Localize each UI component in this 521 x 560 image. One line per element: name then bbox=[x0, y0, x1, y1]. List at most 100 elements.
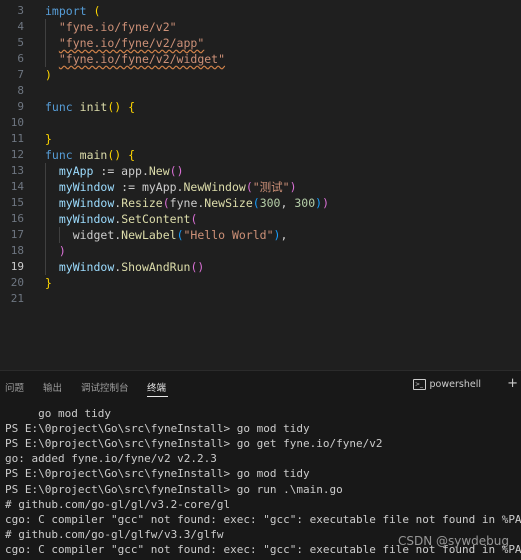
code-text: } bbox=[45, 131, 52, 147]
code-line[interactable]: 21 bbox=[0, 291, 521, 307]
line-number: 14 bbox=[10, 180, 24, 193]
tab-terminal[interactable]: 终端 bbox=[147, 380, 166, 394]
code-text: myWindow.Resize(fyne.NewSize(300, 300)) bbox=[45, 195, 329, 211]
code-text: } bbox=[45, 275, 52, 291]
code-token: () bbox=[190, 260, 205, 274]
code-token: "测试" bbox=[252, 180, 290, 194]
line-number: 4 bbox=[17, 20, 24, 33]
code-token: := myApp. bbox=[114, 180, 184, 194]
code-line[interactable]: 19 myWindow.ShowAndRun() bbox=[0, 259, 521, 275]
code-token: "Hello World" bbox=[183, 228, 274, 242]
terminal-line: PS E:\0project\Go\src\fyneInstall> go ge… bbox=[5, 437, 383, 451]
code-text: func init() { bbox=[45, 99, 135, 115]
code-token: NewSize bbox=[204, 196, 253, 210]
indent-guide bbox=[45, 19, 46, 67]
code-token: 300 bbox=[294, 196, 316, 210]
code-line[interactable]: 11} bbox=[0, 131, 521, 147]
line-number: 7 bbox=[17, 68, 24, 81]
code-token: init bbox=[79, 100, 108, 114]
code-token: , bbox=[280, 196, 295, 210]
code-line[interactable]: 6 "fyne.io/fyne/v2/widget" bbox=[0, 51, 521, 67]
code-line[interactable]: 5 "fyne.io/fyne/v2/app" bbox=[0, 35, 521, 51]
line-number: 18 bbox=[10, 244, 24, 257]
code-token: "fyne.io/fyne/v2/app" bbox=[58, 36, 205, 50]
code-line[interactable]: 12 func main() { bbox=[0, 147, 521, 163]
code-token: } bbox=[45, 132, 52, 146]
code-token: ( bbox=[176, 228, 184, 242]
code-token: () bbox=[107, 100, 122, 114]
line-number: 5 bbox=[17, 36, 24, 49]
code-token: ) bbox=[45, 68, 52, 82]
code-token: 300 bbox=[259, 196, 281, 210]
tab-output[interactable]: 输出 bbox=[43, 380, 62, 394]
terminal-shell-selector[interactable]: >_ powershell bbox=[412, 379, 481, 390]
code-text: myWindow.SetContent( bbox=[45, 211, 198, 227]
code-token: { bbox=[128, 100, 136, 114]
code-token: func bbox=[45, 100, 73, 114]
code-text: ) bbox=[45, 243, 66, 259]
line-number: 13 bbox=[10, 164, 24, 177]
code-token: () bbox=[169, 164, 184, 178]
code-line[interactable]: 18 ) bbox=[0, 243, 521, 259]
code-token: ) bbox=[289, 180, 297, 194]
code-line[interactable]: 14 myWindow := myApp.NewWindow("测试") bbox=[0, 179, 521, 195]
plus-icon[interactable]: + bbox=[507, 376, 518, 391]
code-token: := app. bbox=[93, 164, 149, 178]
code-line[interactable]: 3 import ( bbox=[0, 3, 521, 19]
code-line[interactable]: 4 "fyne.io/fyne/v2" bbox=[0, 19, 521, 35]
code-line[interactable]: 16 myWindow.SetContent( bbox=[0, 211, 521, 227]
code-token: SetContent bbox=[121, 212, 191, 226]
code-token: myWindow bbox=[58, 196, 115, 210]
code-token: New bbox=[148, 164, 170, 178]
line-number: 10 bbox=[10, 116, 24, 129]
code-token: ( bbox=[245, 180, 253, 194]
code-line[interactable]: 10 bbox=[0, 115, 521, 131]
code-line[interactable]: 20} bbox=[0, 275, 521, 291]
code-token: ) bbox=[58, 244, 66, 258]
code-token: "fyne.io/fyne/v2/widget" bbox=[58, 52, 226, 66]
code-text: myApp := app.New() bbox=[45, 163, 184, 179]
code-text: myWindow.ShowAndRun() bbox=[45, 259, 204, 275]
code-editor[interactable]: 3 import (4 "fyne.io/fyne/v2" 5 "fyne.io/f… bbox=[0, 0, 521, 370]
code-token: } bbox=[45, 276, 52, 290]
line-number: 9 bbox=[17, 100, 24, 113]
line-number: 21 bbox=[10, 292, 24, 305]
line-number: 8 bbox=[17, 84, 24, 97]
indent-guide bbox=[45, 163, 46, 275]
code-token: ) bbox=[322, 196, 329, 210]
tab-problems[interactable]: 问题 bbox=[5, 380, 24, 394]
terminal-line: go mod tidy bbox=[5, 407, 111, 420]
line-number: 12 bbox=[10, 148, 24, 161]
code-token: myWindow bbox=[58, 180, 115, 194]
panel-tabs: 问题 输出 调试控制台 终端 >_ powershell + bbox=[0, 371, 521, 401]
terminal-line: PS E:\0project\Go\src\fyneInstall> go mo… bbox=[5, 422, 310, 436]
code-line[interactable]: 17 widget.NewLabel("Hello World"), bbox=[0, 227, 521, 243]
code-token: ( bbox=[86, 4, 101, 18]
code-token: { bbox=[128, 148, 136, 162]
code-line[interactable]: 7) bbox=[0, 67, 521, 83]
code-text: "fyne.io/fyne/v2/app" bbox=[45, 35, 204, 51]
code-text: myWindow := myApp.NewWindow("测试") bbox=[45, 179, 297, 195]
code-token: myWindow bbox=[58, 212, 115, 226]
terminal-line: PS E:\0project\Go\src\fyneInstall> go ru… bbox=[5, 482, 343, 496]
code-text: "fyne.io/fyne/v2" bbox=[45, 19, 177, 35]
code-token: , bbox=[280, 228, 288, 242]
line-number: 3 bbox=[17, 4, 24, 17]
terminal-line: # github.com/go-gl/glfw/v3.3/glfw bbox=[5, 527, 224, 541]
code-line[interactable]: 13 myApp := app.New() bbox=[0, 163, 521, 179]
code-token: "fyne.io/fyne/v2" bbox=[58, 20, 177, 34]
code-line[interactable]: 15 myWindow.Resize(fyne.NewSize(300, 300… bbox=[0, 195, 521, 211]
tab-debug-console[interactable]: 调试控制台 bbox=[81, 380, 129, 394]
terminal-line: go: added fyne.io/fyne/v2 v2.2.3 bbox=[5, 452, 217, 466]
code-line[interactable]: 8 bbox=[0, 83, 521, 99]
code-line[interactable]: 9 func init() { bbox=[0, 99, 521, 115]
code-token: ( bbox=[190, 212, 198, 226]
code-text: "fyne.io/fyne/v2/widget" bbox=[45, 51, 225, 67]
code-token: main bbox=[79, 148, 108, 162]
